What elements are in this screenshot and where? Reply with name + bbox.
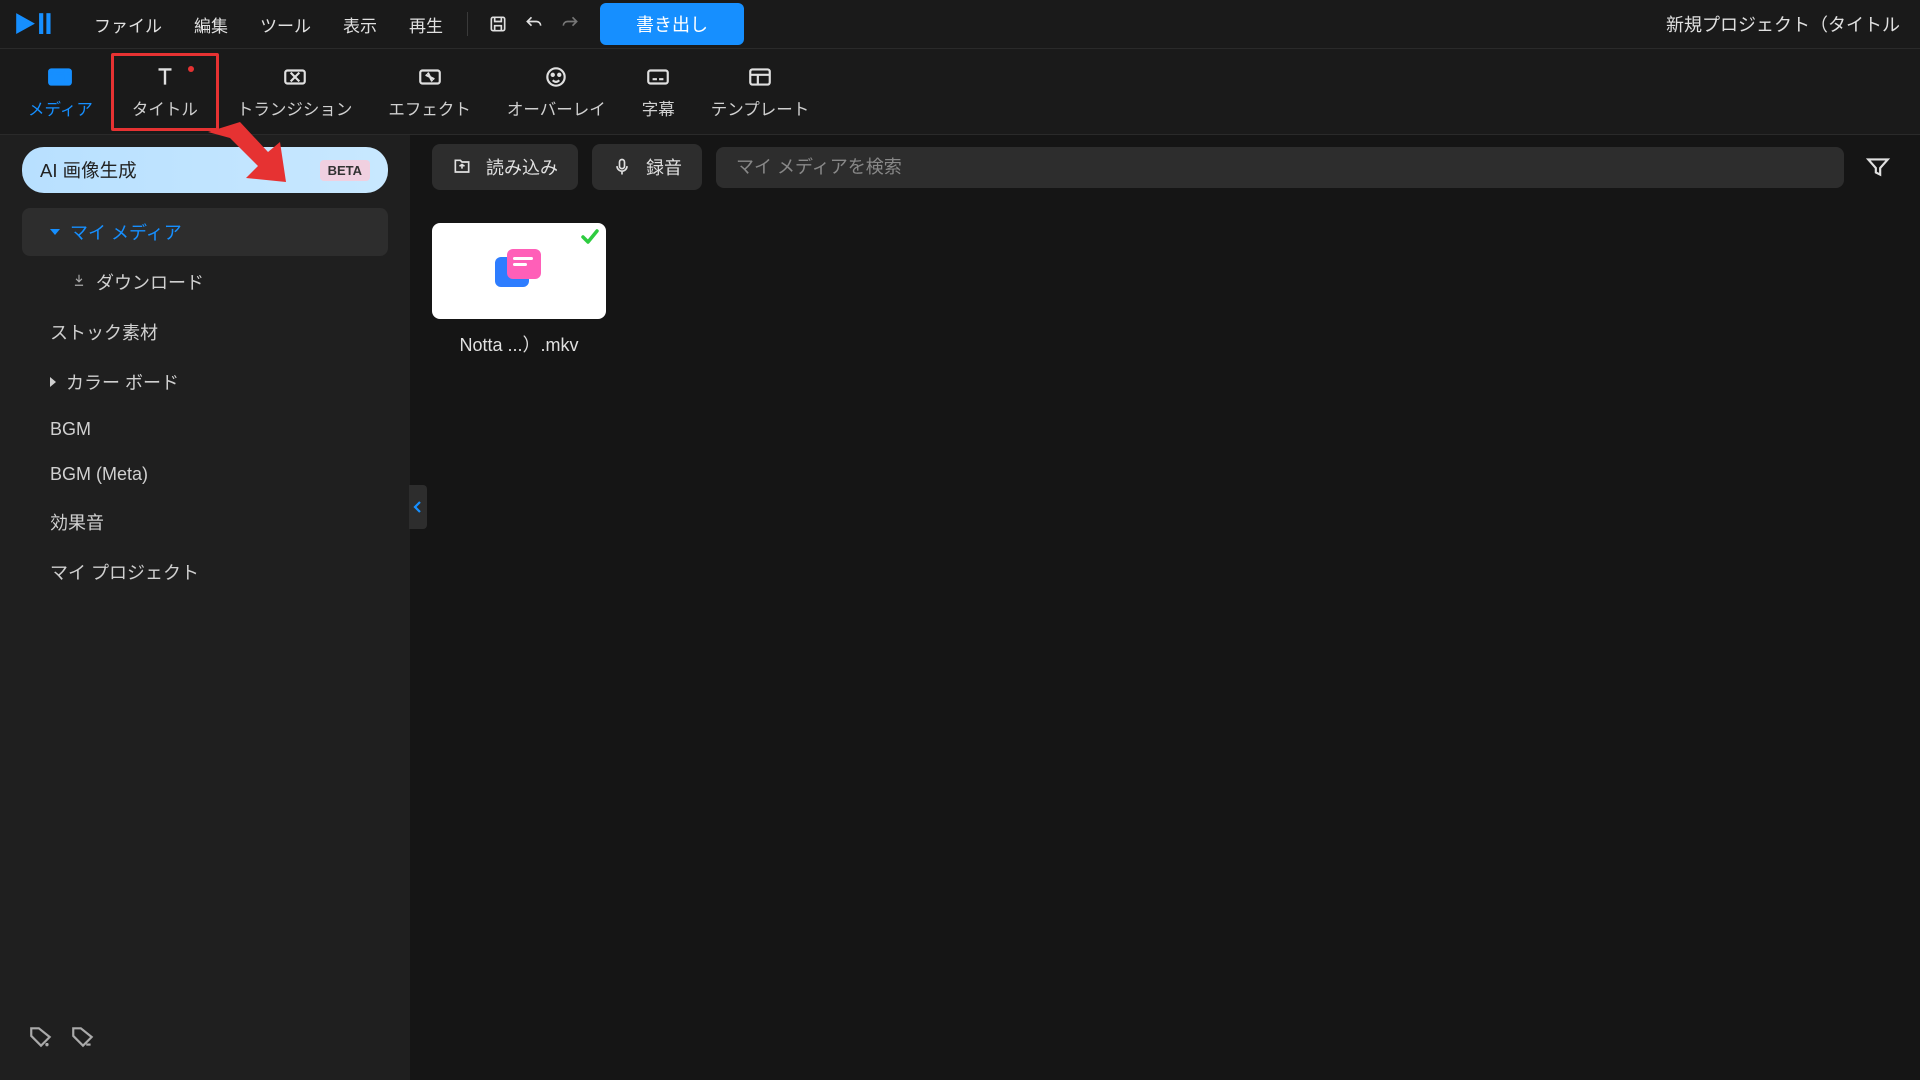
check-icon <box>580 227 600 252</box>
sidebar-item-label: カラー ボード <box>66 369 179 395</box>
tab-media[interactable]: メディア <box>10 56 111 128</box>
tab-label: 字幕 <box>642 96 675 120</box>
import-button[interactable]: 読み込み <box>432 144 578 190</box>
media-panel: 読み込み 録音 <box>410 135 1920 1080</box>
content-area: AI 画像生成 BETA マイ メディア ダウンロード ストック素材 カラー ボ… <box>0 135 1920 1080</box>
subtitle-icon <box>645 64 671 90</box>
tab-label: テンプレート <box>711 96 810 120</box>
microphone-icon <box>612 157 632 177</box>
tab-label: エフェクト <box>388 96 471 120</box>
chevron-down-icon <box>50 229 60 235</box>
sidebar-footer <box>0 1006 410 1068</box>
menu-playback[interactable]: 再生 <box>397 6 455 43</box>
tag-add-icon[interactable] <box>28 1024 54 1050</box>
project-title: 新規プロジェクト（タイトル <box>1666 11 1908 37</box>
tab-template[interactable]: テンプレート <box>693 56 828 128</box>
sidebar-item-label: ダウンロード <box>96 269 204 295</box>
tab-effect[interactable]: エフェクト <box>370 56 489 128</box>
tab-title[interactable]: タイトル <box>111 53 219 131</box>
ai-button-label: AI 画像生成 <box>40 157 137 183</box>
media-toolbar: 読み込み 録音 <box>410 135 1920 191</box>
media-thumbnail <box>432 223 606 319</box>
sidebar-item-label: BGM <box>50 419 91 440</box>
tab-transition[interactable]: トランジション <box>219 56 371 128</box>
media-item[interactable]: Notta ...）.mkv <box>432 223 606 357</box>
menu-view[interactable]: 表示 <box>331 6 389 43</box>
tab-overlay[interactable]: オーバーレイ <box>489 56 624 128</box>
record-label: 録音 <box>646 154 682 180</box>
media-icon <box>47 64 73 90</box>
sidebar-item-bgm-meta[interactable]: BGM (Meta) <box>22 453 388 496</box>
sidebar-item-colorboard[interactable]: カラー ボード <box>22 358 388 406</box>
menubar: ファイル 編集 ツール 表示 再生 書き出し 新規プロジェクト（タイトル <box>0 0 1920 49</box>
sidebar-item-sfx[interactable]: 効果音 <box>22 498 388 546</box>
title-icon <box>152 64 178 90</box>
save-icon[interactable] <box>480 6 516 42</box>
chevron-right-icon <box>50 377 56 387</box>
tab-subtitle[interactable]: 字幕 <box>624 56 693 128</box>
sidebar-item-my-project[interactable]: マイ プロジェクト <box>22 548 388 596</box>
search-box[interactable] <box>716 147 1844 188</box>
sidebar-item-label: マイ プロジェクト <box>50 559 199 585</box>
transition-icon <box>282 64 308 90</box>
filter-icon <box>1865 154 1891 180</box>
tab-label: オーバーレイ <box>507 96 606 120</box>
tab-label: タイトル <box>132 96 198 120</box>
template-icon <box>747 64 773 90</box>
import-label: 読み込み <box>486 154 558 180</box>
collapse-sidebar-button[interactable] <box>409 485 427 529</box>
tag-remove-icon[interactable] <box>70 1024 96 1050</box>
sidebar-item-label: ストック素材 <box>50 319 158 345</box>
sidebar-item-label: 効果音 <box>50 509 104 535</box>
export-button[interactable]: 書き出し <box>600 3 744 45</box>
record-button[interactable]: 録音 <box>592 144 702 190</box>
sidebar-item-stock[interactable]: ストック素材 <box>22 308 388 356</box>
media-thumb-graphic <box>489 245 549 297</box>
redo-icon[interactable] <box>552 6 588 42</box>
search-input[interactable] <box>736 157 1824 178</box>
undo-icon[interactable] <box>516 6 552 42</box>
sidebar: AI 画像生成 BETA マイ メディア ダウンロード ストック素材 カラー ボ… <box>0 135 410 1080</box>
tab-label: トランジション <box>237 96 353 120</box>
media-item-name: Notta ...）.mkv <box>459 331 578 357</box>
notification-dot <box>188 66 194 72</box>
tab-label: メディア <box>28 96 93 120</box>
separator <box>467 12 468 36</box>
app-logo <box>12 10 62 38</box>
sidebar-item-label: BGM (Meta) <box>50 464 148 485</box>
effect-icon <box>417 64 443 90</box>
sidebar-item-label: マイ メディア <box>70 219 182 245</box>
sidebar-item-download[interactable]: ダウンロード <box>22 258 388 306</box>
overlay-icon <box>543 64 569 90</box>
menu-file[interactable]: ファイル <box>82 6 174 43</box>
ai-image-gen-button[interactable]: AI 画像生成 BETA <box>22 147 388 193</box>
download-icon <box>72 273 86 292</box>
category-bar: メディア タイトル トランジション エフェクト オーバーレイ 字幕 <box>0 49 1920 135</box>
menu-edit[interactable]: 編集 <box>182 6 240 43</box>
sidebar-item-bgm[interactable]: BGM <box>22 408 388 451</box>
media-grid: Notta ...）.mkv <box>410 191 1920 389</box>
menu-tools[interactable]: ツール <box>248 6 323 43</box>
menu-items: ファイル 編集 ツール 表示 再生 <box>82 6 455 43</box>
sidebar-item-my-media[interactable]: マイ メディア <box>22 208 388 256</box>
filter-button[interactable] <box>1858 147 1898 187</box>
import-icon <box>452 157 472 177</box>
beta-badge: BETA <box>320 160 370 181</box>
